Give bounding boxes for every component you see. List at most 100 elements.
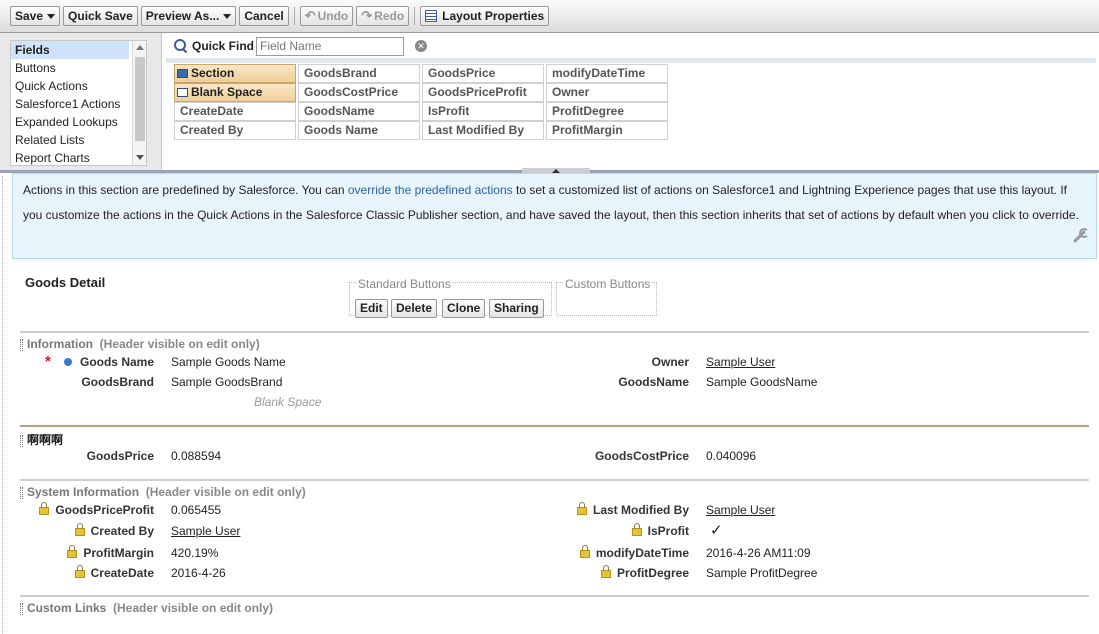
clone-button[interactable]: Clone — [442, 299, 486, 318]
palette-item-section[interactable]: Section — [174, 64, 296, 83]
sharing-button[interactable]: Sharing — [489, 299, 544, 318]
field-label-text: Created By — [90, 524, 154, 538]
chevron-down-icon — [47, 13, 56, 19]
lock-icon — [579, 545, 590, 558]
palette-item-label: Blank Space — [191, 85, 263, 99]
field-label[interactable]: ProfitMargin — [67, 545, 154, 560]
section-title: Custom Links — [27, 601, 107, 615]
section-header-custom-links[interactable]: Custom Links (Header visible on edit onl… — [20, 595, 1089, 615]
delete-button[interactable]: Delete — [391, 299, 438, 318]
scroll-down-icon[interactable] — [136, 155, 144, 160]
field-value: Sample GoodsBrand — [171, 375, 283, 389]
palette-category-related-lists[interactable]: Related Lists — [11, 131, 129, 149]
chevron-down-icon — [223, 13, 232, 19]
palette-item[interactable]: GoodsPriceProfit — [422, 83, 544, 102]
field-value: Sample ProfitDegree — [706, 566, 818, 580]
palette-list-scrollbar[interactable] — [132, 41, 146, 165]
section-hint: (Header visible on edit only) — [113, 601, 274, 615]
redo-button[interactable]: ↷ Redo — [356, 6, 410, 26]
palette-category-list: Fields Buttons Quick Actions Salesforce1… — [10, 40, 147, 166]
blank-space-icon — [177, 88, 188, 97]
section-header-custom[interactable]: 啊啊啊 — [20, 425, 1089, 448]
section-title: Information — [27, 337, 93, 351]
field-label[interactable]: ProfitDegree — [600, 565, 689, 580]
palette-category-buttons[interactable]: Buttons — [11, 59, 129, 77]
scroll-up-icon[interactable] — [136, 45, 144, 50]
checkbox-checked-icon: ✓ — [710, 522, 723, 539]
custom-buttons-label: Custom Buttons — [563, 277, 653, 291]
section-title: System Information — [27, 485, 140, 499]
palette-item-blank-space[interactable]: Blank Space — [174, 83, 296, 102]
palette-item[interactable]: Owner — [546, 83, 668, 102]
field-label[interactable]: GoodsPriceProfit — [39, 502, 154, 517]
palette-item[interactable]: IsProfit — [422, 102, 544, 121]
preview-as-button[interactable]: Preview As... — [140, 6, 237, 26]
edit-button[interactable]: Edit — [355, 299, 388, 318]
field-label-text: Last Modified By — [592, 503, 689, 517]
palette-category-salesforce1-actions[interactable]: Salesforce1 Actions — [11, 95, 129, 113]
section-hint: (Header visible on edit only) — [145, 485, 306, 499]
palette-item[interactable]: GoodsCostPrice — [298, 83, 420, 102]
palette-category-expanded-lookups[interactable]: Expanded Lookups — [11, 113, 129, 131]
section-header-system-information[interactable]: System Information (Header visible on ed… — [20, 479, 1089, 499]
section-title: 啊啊啊 — [27, 433, 64, 447]
field-label-text: ProfitDegree — [616, 566, 689, 580]
palette-item[interactable]: Last Modified By — [422, 121, 544, 140]
field-value: Sample User — [171, 524, 241, 538]
layout-edge — [2, 176, 3, 634]
redo-icon: ↷ — [361, 8, 373, 23]
palette-item[interactable]: Goods Name — [298, 121, 420, 140]
notice-text: Actions in this section are predefined b… — [23, 183, 348, 197]
palette-category-report-charts[interactable]: Report Charts — [11, 149, 129, 165]
palette-item[interactable]: GoodsBrand — [298, 64, 420, 83]
blank-space-placeholder[interactable]: Blank Space — [254, 395, 321, 409]
save-button[interactable]: Save — [10, 6, 61, 26]
section-hint: (Header visible on edit only) — [99, 337, 260, 351]
quick-save-button[interactable]: Quick Save — [63, 6, 138, 26]
drag-handle-icon[interactable] — [20, 486, 23, 499]
palette-item[interactable]: Created By — [174, 121, 296, 140]
required-icon: * — [45, 353, 51, 370]
drag-handle-icon[interactable] — [20, 338, 23, 351]
field-value: 0.065455 — [171, 503, 222, 517]
wrench-icon[interactable] — [1070, 228, 1089, 244]
field-palette: Fields Buttons Quick Actions Salesforce1… — [0, 33, 1099, 174]
layout-properties-label: Layout Properties — [442, 9, 545, 23]
scrollbar-thumb[interactable] — [135, 57, 145, 141]
preview-as-label: Preview As... — [145, 9, 220, 23]
field-label[interactable]: Owner — [652, 355, 689, 369]
quick-find-input[interactable] — [256, 36, 405, 56]
field-label[interactable]: Created By — [74, 523, 154, 538]
palette-item[interactable]: GoodsName — [298, 102, 420, 121]
field-label[interactable]: GoodsName — [618, 375, 689, 389]
undo-button[interactable]: ↶ Undo — [299, 6, 354, 26]
layout-properties-button[interactable]: Layout Properties — [420, 6, 550, 26]
palette-item[interactable]: modifyDateTime — [546, 64, 668, 83]
palette-item[interactable]: ProfitDegree — [546, 102, 668, 121]
field-value: Sample User — [706, 503, 776, 517]
field-label[interactable]: modifyDateTime — [579, 545, 689, 560]
override-actions-link[interactable]: override the predefined actions — [348, 183, 513, 197]
cancel-button[interactable]: Cancel — [239, 6, 289, 26]
drag-handle-icon[interactable] — [20, 602, 23, 615]
section-header-information[interactable]: Information (Header visible on edit only… — [20, 331, 1089, 351]
palette-category-fields[interactable]: Fields — [11, 41, 129, 59]
field-label[interactable]: IsProfit — [631, 523, 689, 538]
palette-item[interactable]: GoodsPrice — [422, 64, 544, 83]
redo-label: Redo — [374, 9, 405, 23]
field-label[interactable]: GoodsPrice — [87, 449, 154, 463]
palette-category-quick-actions[interactable]: Quick Actions — [11, 77, 129, 95]
lock-icon — [67, 545, 78, 558]
lock-icon — [600, 565, 611, 578]
field-label[interactable]: Goods Name — [80, 355, 154, 369]
quick-find-label: Quick Find — [192, 39, 255, 53]
field-label[interactable]: Last Modified By — [576, 502, 689, 517]
field-label[interactable]: GoodsCostPrice — [595, 449, 689, 463]
field-label[interactable]: GoodsBrand — [81, 375, 154, 389]
clear-icon[interactable]: ✕ — [415, 40, 428, 52]
undo-label: Undo — [317, 9, 349, 23]
palette-item[interactable]: CreateDate — [174, 102, 296, 121]
field-label[interactable]: CreateDate — [74, 565, 154, 580]
drag-handle-icon[interactable] — [20, 434, 23, 447]
palette-item[interactable]: ProfitMargin — [546, 121, 668, 140]
